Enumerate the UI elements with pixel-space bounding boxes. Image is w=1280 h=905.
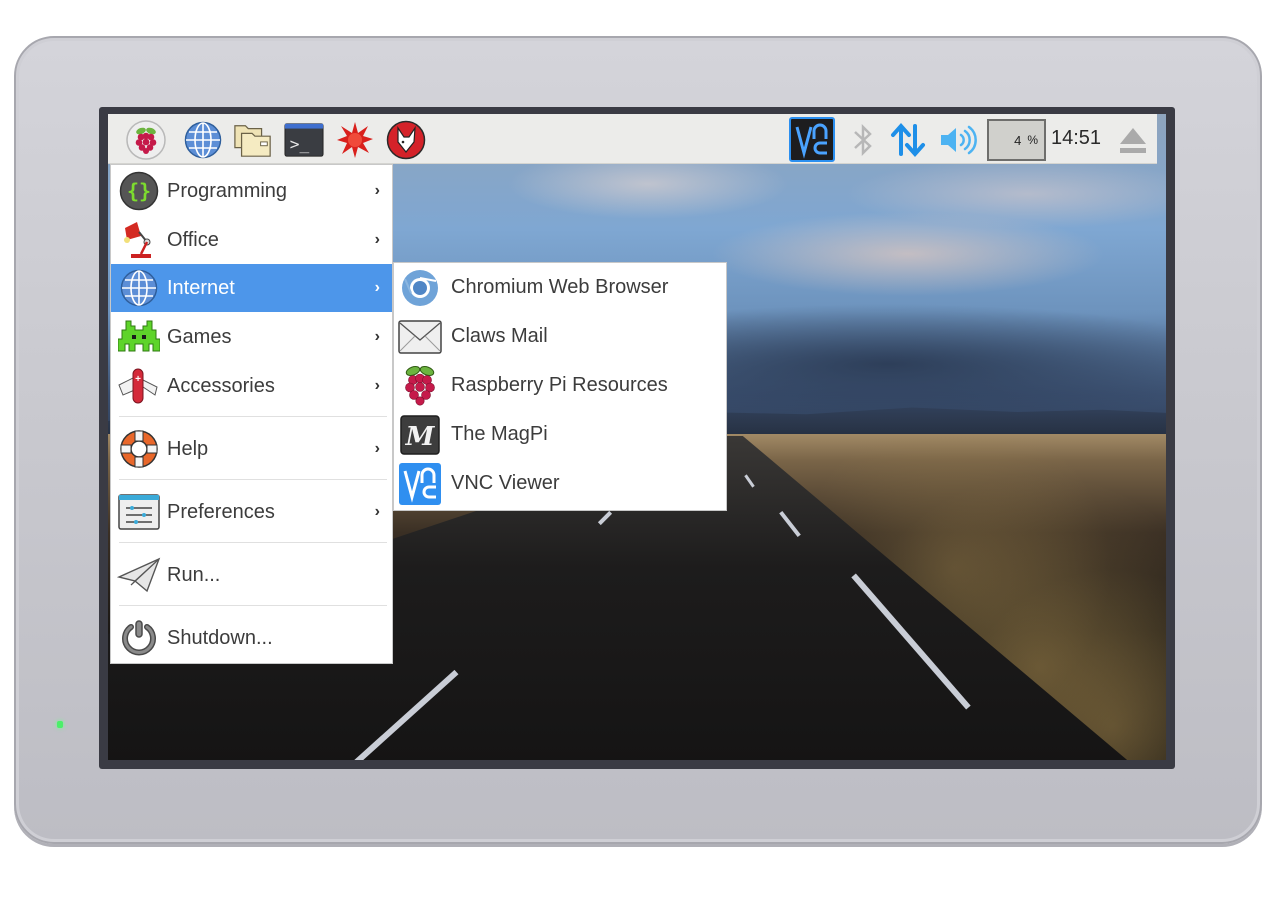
globe-icon: [184, 121, 222, 159]
menu-item-label: Accessories: [167, 374, 275, 397]
cpu-usage-value: 4: [1014, 132, 1022, 148]
network-tray-button[interactable]: [888, 120, 928, 160]
menu-item-label: Preferences: [167, 500, 275, 523]
bluetooth-icon: [854, 123, 872, 157]
submenu-item-chromium[interactable]: Chromium Web Browser: [394, 263, 726, 312]
menu-item-label: Help: [167, 437, 209, 460]
wolfram-icon: [386, 120, 426, 160]
chevron-right-icon: ›: [374, 328, 380, 345]
chromium-icon: [402, 269, 438, 306]
menu-item-games[interactable]: Games ›: [111, 313, 392, 361]
chevron-right-icon: ›: [374, 503, 380, 520]
eject-tray-button[interactable]: [1113, 120, 1153, 160]
power-led: [57, 721, 63, 728]
vnc-icon: [795, 123, 828, 159]
clock[interactable]: 14:51: [1051, 127, 1101, 150]
power-icon: [122, 620, 156, 656]
magpi-icon: M: [400, 414, 440, 455]
main-menu: {} Programming › Office › Internet › Gam…: [110, 164, 393, 664]
chevron-right-icon: ›: [374, 279, 380, 296]
folder-icon: [234, 125, 271, 157]
help-lifebuoy-icon: [120, 430, 158, 468]
cpu-usage-monitor[interactable]: 4 %: [987, 119, 1046, 161]
office-lamp-icon: [124, 222, 151, 258]
menu-item-internet[interactable]: Internet ›: [111, 264, 392, 312]
submenu-item-vnc-viewer[interactable]: VNC Viewer: [394, 459, 726, 508]
menu-item-label: Programming: [167, 179, 288, 202]
submenu-item-the-magpi[interactable]: M The MagPi: [394, 410, 726, 459]
menu-item-label: Shutdown...: [167, 626, 273, 649]
submenu-item-raspberry-pi-resources[interactable]: Raspberry Pi Resources: [394, 361, 726, 410]
mail-envelope-icon: [398, 319, 442, 354]
network-updown-icon: [891, 122, 925, 158]
menu-item-run[interactable]: Run...: [111, 551, 392, 599]
terminal-icon: >_: [284, 123, 324, 157]
eject-icon: [1120, 128, 1146, 153]
volume-icon: [941, 125, 977, 155]
menu-item-label: Office: [167, 228, 219, 251]
vnc-tray-button[interactable]: [789, 117, 835, 162]
globe-icon: [120, 269, 158, 307]
mathematica-icon: [337, 122, 373, 158]
screen: >_ 4 % 14:51 {} Programming › Office › I…: [108, 114, 1166, 760]
taskbar: >_ 4 % 14:51: [108, 114, 1157, 164]
menu-separator: [119, 605, 387, 606]
run-paper-plane-icon: [117, 557, 161, 593]
file-manager-launcher[interactable]: [233, 120, 273, 160]
web-browser-launcher[interactable]: [183, 120, 223, 160]
svg-text:+: +: [135, 374, 141, 385]
bluetooth-tray-button[interactable]: [843, 120, 883, 160]
menu-item-help[interactable]: Help ›: [111, 425, 392, 473]
chevron-right-icon: ›: [374, 377, 380, 394]
chevron-right-icon: ›: [374, 440, 380, 457]
svg-text:M: M: [405, 422, 436, 452]
wolfram-launcher[interactable]: [386, 120, 426, 160]
submenu-item-label: Raspberry Pi Resources: [451, 374, 668, 396]
chevron-right-icon: ›: [374, 182, 380, 199]
preferences-icon: [118, 494, 160, 530]
menu-item-preferences[interactable]: Preferences ›: [111, 488, 392, 536]
menu-item-accessories[interactable]: + Accessories ›: [111, 362, 392, 410]
volume-tray-button[interactable]: [938, 120, 978, 160]
submenu-item-label: Chromium Web Browser: [451, 276, 669, 298]
chevron-right-icon: ›: [374, 231, 380, 248]
svg-text:>_: >_: [290, 135, 310, 154]
accessories-knife-icon: +: [118, 368, 158, 404]
submenu-item-label: VNC Viewer: [451, 472, 560, 494]
cpu-usage-unit: %: [1027, 133, 1038, 147]
svg-text:{}: {}: [127, 179, 151, 203]
menu-item-label: Internet: [167, 276, 235, 299]
menu-item-label: Games: [167, 325, 232, 348]
submenu-item-claws-mail[interactable]: Claws Mail: [394, 312, 726, 361]
menu-separator: [119, 479, 387, 480]
internet-submenu: Chromium Web Browser Claws Mail Raspberr…: [393, 262, 727, 511]
submenu-item-label: Claws Mail: [451, 325, 548, 347]
programming-icon: {}: [119, 171, 159, 211]
raspberry-icon: [405, 365, 435, 405]
vnc-viewer-icon: [399, 462, 441, 505]
menu-button[interactable]: [126, 120, 166, 160]
raspberry-icon: [126, 120, 166, 160]
terminal-launcher[interactable]: >_: [284, 120, 324, 160]
menu-item-label: Run...: [167, 563, 221, 586]
games-invader-icon: [118, 320, 160, 352]
menu-separator: [119, 542, 387, 543]
menu-separator: [119, 416, 387, 417]
menu-item-programming[interactable]: {} Programming ›: [111, 167, 392, 215]
submenu-item-label: The MagPi: [451, 423, 548, 445]
mathematica-launcher[interactable]: [335, 120, 375, 160]
menu-item-shutdown[interactable]: Shutdown...: [111, 614, 392, 662]
menu-item-office[interactable]: Office ›: [111, 216, 392, 264]
